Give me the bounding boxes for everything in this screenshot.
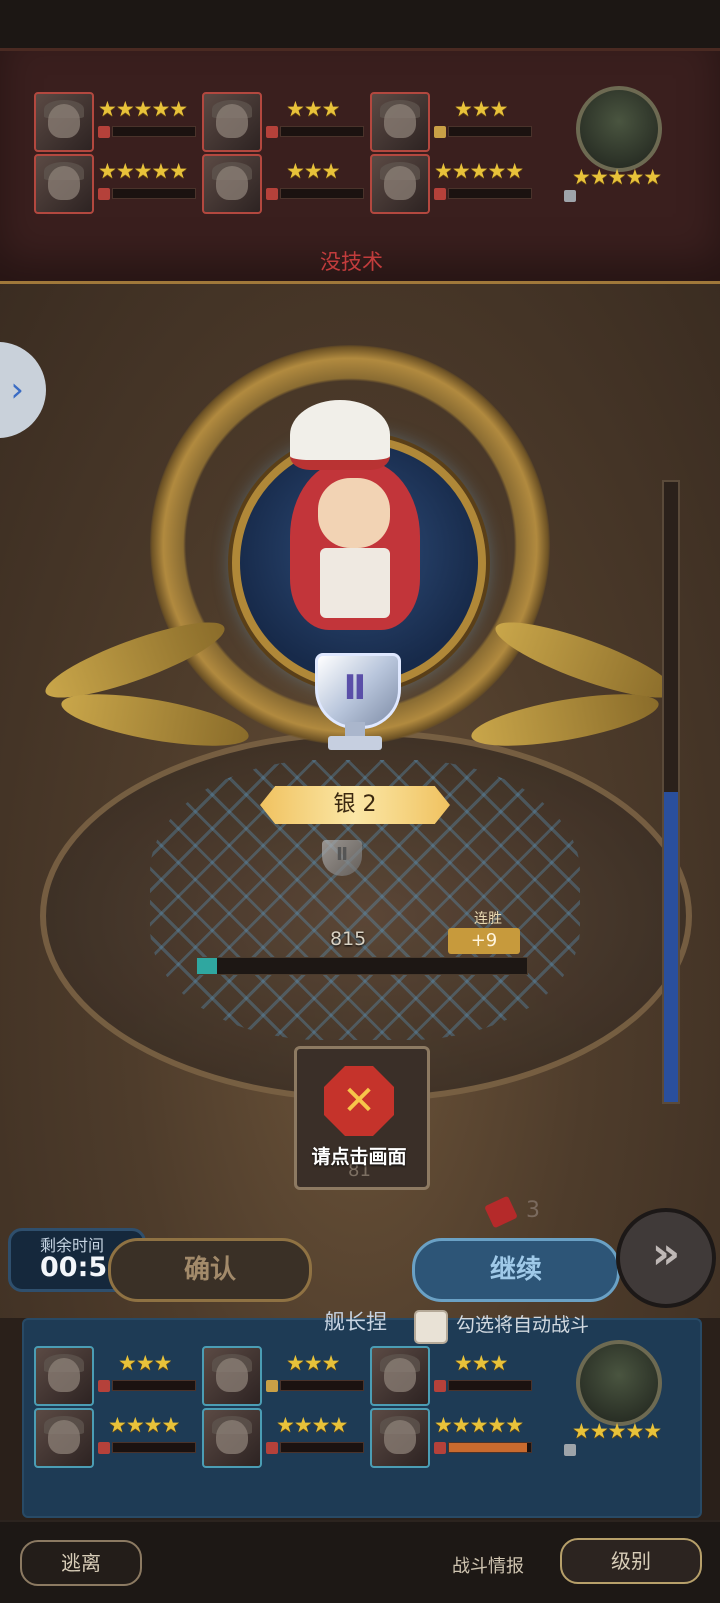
hp-bar bbox=[280, 1380, 364, 1391]
status-icon bbox=[266, 188, 278, 200]
battle-info-link[interactable]: 战斗情报 bbox=[452, 1552, 524, 1578]
enemy-character-slot[interactable] bbox=[370, 92, 430, 152]
star-rating: ★★★ bbox=[454, 97, 508, 121]
star-rating: ★★★ bbox=[286, 97, 340, 121]
hp-bar bbox=[448, 1380, 532, 1391]
star-rating: ★★★★ bbox=[276, 1413, 348, 1437]
ally-character-slot[interactable] bbox=[34, 1346, 94, 1406]
ally-character-slot[interactable] bbox=[202, 1346, 262, 1406]
hp-bar bbox=[112, 188, 196, 199]
hp-bar bbox=[448, 126, 532, 137]
fast-forward-icon: » bbox=[651, 1228, 681, 1279]
status-icon bbox=[98, 1442, 110, 1454]
top-bar bbox=[0, 0, 720, 48]
star-rating: ★★★★★ bbox=[98, 159, 188, 183]
hp-bar bbox=[112, 126, 196, 137]
enemy-captain-portrait[interactable] bbox=[576, 86, 662, 172]
win-streak-label: 连胜 bbox=[474, 911, 502, 927]
star-rating: ★★★ bbox=[286, 159, 340, 183]
hp-bar bbox=[112, 1442, 196, 1453]
rank-trophy-icon: Ⅱ bbox=[300, 648, 410, 758]
star-rating: ★★★★★ bbox=[434, 1413, 524, 1437]
status-icon bbox=[564, 1444, 576, 1456]
rank-progress-bar bbox=[196, 957, 528, 975]
ally-character-slot[interactable] bbox=[370, 1408, 430, 1468]
escape-button[interactable]: 逃离 bbox=[20, 1540, 142, 1586]
status-icon bbox=[434, 188, 446, 200]
hp-bar bbox=[280, 126, 364, 137]
enemy-character-slot[interactable] bbox=[34, 92, 94, 152]
status-icon bbox=[98, 126, 110, 138]
character-body bbox=[320, 548, 390, 618]
energy-gauge bbox=[662, 480, 680, 1104]
enemy-character-slot[interactable] bbox=[34, 154, 94, 214]
level-button[interactable]: 级别 bbox=[560, 1538, 702, 1584]
trophy-numeral: Ⅱ bbox=[343, 668, 367, 708]
captain-portrait[interactable] bbox=[576, 1340, 662, 1426]
confirm-button[interactable]: 确认 bbox=[108, 1238, 312, 1302]
status-icon bbox=[434, 1442, 446, 1454]
enemy-character-slot[interactable] bbox=[202, 154, 262, 214]
status-icon bbox=[98, 188, 110, 200]
star-rating: ★★★★★ bbox=[98, 97, 188, 121]
enemy-character-slot[interactable] bbox=[202, 92, 262, 152]
character-hat bbox=[290, 400, 390, 470]
timer-value: 00:5 bbox=[40, 1252, 108, 1283]
character-face bbox=[318, 478, 390, 548]
card-count: 3 bbox=[526, 1198, 540, 1223]
status-icon bbox=[434, 126, 446, 138]
hp-bar bbox=[448, 1442, 532, 1453]
status-icon bbox=[434, 1380, 446, 1392]
points-gain-badge: +9 bbox=[448, 928, 520, 954]
status-icon bbox=[266, 1380, 278, 1392]
auto-battle-label: 勾选将自动战斗 bbox=[456, 1314, 590, 1336]
star-rating: ★★★ bbox=[454, 1351, 508, 1375]
ally-character-slot[interactable] bbox=[202, 1408, 262, 1468]
enemy-character-slot[interactable] bbox=[370, 154, 430, 214]
crossed-swords-icon: ✕ bbox=[324, 1066, 394, 1136]
rank-points: 815 bbox=[330, 928, 367, 950]
tap-prompt-text: 请点击画面 bbox=[311, 1146, 407, 1168]
fast-forward-button[interactable]: » bbox=[616, 1208, 716, 1308]
captain-label: 舰长捏 bbox=[324, 1310, 387, 1334]
ally-character-slot[interactable] bbox=[370, 1346, 430, 1406]
small-trophy-icon: Ⅱ bbox=[318, 836, 366, 902]
hp-bar bbox=[112, 1380, 196, 1391]
status-icon bbox=[98, 1380, 110, 1392]
star-rating: ★★★★★ bbox=[572, 1419, 662, 1443]
auto-battle-checkbox[interactable] bbox=[414, 1310, 448, 1344]
star-rating: ★★★★★ bbox=[434, 159, 524, 183]
rank-banner: 银 2 bbox=[260, 786, 450, 824]
star-rating: ★★★ bbox=[118, 1351, 172, 1375]
no-skill-label: 没技术 bbox=[320, 250, 383, 274]
hp-bar bbox=[280, 1442, 364, 1453]
continue-button[interactable]: 继续 bbox=[412, 1238, 620, 1302]
status-icon bbox=[266, 126, 278, 138]
hp-bar bbox=[448, 188, 532, 199]
hp-bar bbox=[280, 188, 364, 199]
chevron-right-icon: › bbox=[10, 370, 24, 410]
star-rating: ★★★★ bbox=[108, 1413, 180, 1437]
star-rating: ★★★ bbox=[286, 1351, 340, 1375]
star-rating: ★★★★★ bbox=[572, 165, 662, 189]
ally-character-slot[interactable] bbox=[34, 1408, 94, 1468]
status-icon bbox=[266, 1442, 278, 1454]
status-icon bbox=[564, 190, 576, 202]
